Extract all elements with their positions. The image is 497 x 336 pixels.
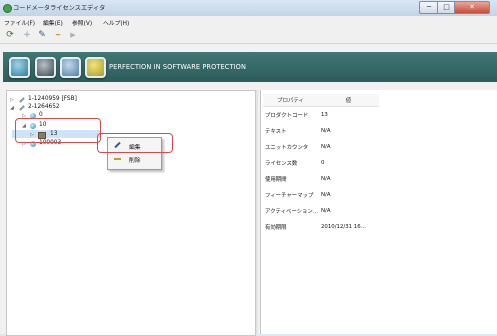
minimize-icon: ─ <box>426 3 432 11</box>
table-row[interactable]: フィーチャーマップ N/A <box>263 187 379 203</box>
cmcontainer-icon[interactable] <box>9 57 30 78</box>
product-item-icon[interactable] <box>60 57 81 78</box>
firm-item-icon[interactable] <box>35 57 56 78</box>
remove-icon[interactable]: ━ <box>53 30 63 40</box>
close-icon: ✕ <box>469 3 475 11</box>
properties-pane: プロパティ 値 プロダクトコード 13 テキスト N/A ユニットカウンタ N/A ラ… <box>260 90 497 334</box>
table-row[interactable]: テキスト N/A <box>263 123 379 139</box>
pane-splitter[interactable] <box>256 90 258 334</box>
edit-icon[interactable]: ✎ <box>37 30 47 40</box>
app-icon <box>3 4 12 13</box>
menu-edit[interactable]: 編集(E) <box>43 18 63 27</box>
column-header-value[interactable]: 値 <box>318 94 379 107</box>
table-row[interactable]: ユニットカウンタ N/A <box>263 139 379 155</box>
title-bar: コードメータライセンスエディタ ─ □ ✕ <box>0 0 497 17</box>
maximize-icon: □ <box>443 3 450 11</box>
collapsed-arrow-icon[interactable]: ▷ <box>10 97 14 103</box>
table-row[interactable]: アクティベーション... N/A <box>263 203 379 219</box>
play-icon[interactable]: ▶ <box>68 30 78 40</box>
properties-header: プロパティ 値 <box>263 94 379 107</box>
table-row[interactable]: プロダクトコード 13 <box>263 107 379 124</box>
context-menu-delete-label: 削除 <box>129 158 141 164</box>
close-button[interactable]: ✕ <box>454 1 490 14</box>
tree-node-label: 1-1240959 [FSB] <box>28 96 77 102</box>
minimize-button[interactable]: ─ <box>419 1 439 14</box>
annotation-highlight-node <box>15 118 101 143</box>
banner: PERFECTION IN SOFTWARE PROTECTION <box>3 52 497 82</box>
license-editor-window: コードメータライセンスエディタ ─ □ ✕ ファイル(F) 編集(E) 参照(V… <box>0 0 497 336</box>
window-title: コードメータライセンスエディタ <box>13 5 106 12</box>
menu-file[interactable]: ファイル(F) <box>4 18 35 27</box>
menu-view[interactable]: 参照(V) <box>72 18 92 27</box>
table-row[interactable]: 有効期限 2010/12/31 16... <box>263 219 379 235</box>
table-row[interactable]: 使用期間 N/A <box>263 171 379 187</box>
properties-table: プロパティ 値 プロダクトコード 13 テキスト N/A ユニットカウンタ N/A ラ… <box>263 94 379 235</box>
annotation-highlight-edit <box>97 133 173 153</box>
banner-tagline: PERFECTION IN SOFTWARE PROTECTION <box>109 63 246 71</box>
menu-bar: ファイル(F) 編集(E) 参照(V) ヘルプ(H) <box>0 16 497 27</box>
tree-node-label: 2-1264652 <box>28 104 60 110</box>
menu-help[interactable]: ヘルプ(H) <box>103 18 129 27</box>
table-row[interactable]: ライセンス数 0 <box>263 155 379 171</box>
column-header-property[interactable]: プロパティ <box>263 94 318 107</box>
refresh-icon[interactable]: ⟳ <box>5 30 15 40</box>
expanded-arrow-icon[interactable]: ◢ <box>10 105 14 111</box>
settings-icon[interactable] <box>85 57 106 78</box>
context-menu-delete[interactable]: 削除 <box>109 153 159 165</box>
toolbar: ⟳ + ✎ ━ ▶ <box>0 27 497 44</box>
minus-icon <box>114 158 121 160</box>
add-icon[interactable]: + <box>22 30 32 40</box>
